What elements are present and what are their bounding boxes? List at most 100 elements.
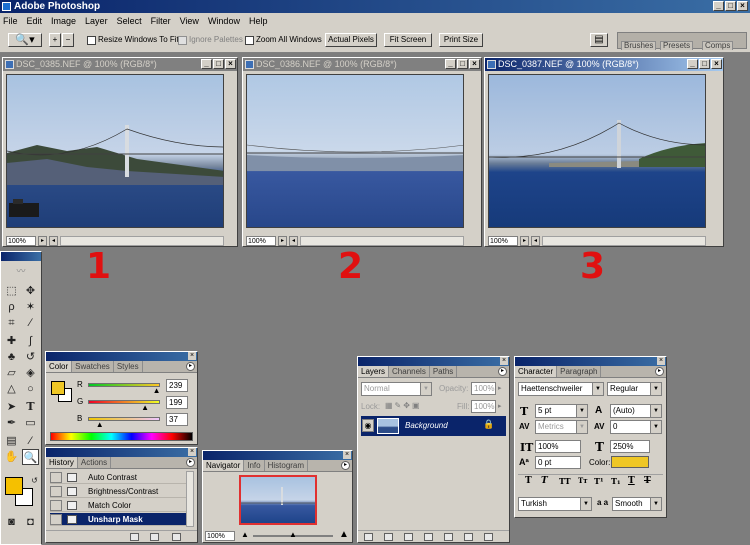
panel-header[interactable]: × (46, 448, 197, 457)
notes-tool-icon[interactable]: ▤ (3, 433, 20, 449)
history-brush-source[interactable] (50, 514, 62, 525)
clone-stamp-icon[interactable]: ♣ (3, 349, 20, 365)
foreground-color-swatch[interactable] (51, 381, 65, 395)
navigator-zoom-thumb[interactable]: ▲ (289, 531, 297, 539)
zoom-field[interactable]: 100% (488, 235, 518, 246)
navigator-thumbnail[interactable] (239, 475, 317, 525)
fill-field[interactable]: 100% (471, 400, 496, 413)
g-value-field[interactable]: 199 (166, 396, 188, 409)
horizontal-scale-field[interactable]: 250% (610, 440, 650, 453)
lasso-tool-icon[interactable]: ρ (3, 299, 20, 315)
tab-layers[interactable]: Layers (358, 366, 390, 377)
status-menu-icon[interactable]: ▸ (520, 235, 529, 246)
panel-menu-icon[interactable]: ▸ (655, 367, 664, 376)
tracking-select[interactable]: 0 ▼ (610, 420, 662, 434)
link-layers-icon[interactable] (364, 533, 373, 541)
panel-header[interactable]: × (203, 451, 352, 460)
close-icon[interactable]: × (500, 357, 508, 365)
b-slider-thumb[interactable]: ▲ (96, 421, 104, 429)
document-window-3[interactable]: DSC_0387.NEF @ 100% (RGB/8*) _ □ × 100% ▸ … (484, 57, 724, 247)
close-icon[interactable]: × (737, 1, 748, 11)
panel-menu-icon[interactable]: ▸ (186, 458, 195, 467)
close-icon[interactable]: × (343, 451, 351, 459)
layer-row-background[interactable]: ◉ Background 🔒 (361, 416, 506, 436)
panel-menu-icon[interactable]: ▸ (186, 362, 195, 371)
pen-tool-icon[interactable]: ✒ (3, 415, 20, 431)
history-brush-source[interactable] (50, 486, 62, 497)
eraser-tool-icon[interactable]: ▱ (3, 365, 20, 381)
tab-paths[interactable]: Paths (430, 366, 458, 377)
slice-tool-icon[interactable]: ∕ (22, 315, 39, 331)
opacity-arrow-icon[interactable]: ▸ (498, 384, 502, 392)
quick-mask-icon[interactable]: ◘ (22, 514, 39, 530)
history-brush-source[interactable] (50, 500, 62, 511)
tab-color[interactable]: Color (46, 361, 73, 372)
horizontal-scrollbar[interactable] (300, 235, 464, 246)
path-selection-icon[interactable]: ➤ (3, 399, 20, 415)
b-slider[interactable]: ▲ (88, 417, 160, 429)
marquee-tool-icon[interactable]: ⬚ (3, 283, 20, 299)
minimize-icon[interactable]: _ (687, 59, 698, 69)
swap-colors-icon[interactable]: ↺ (26, 473, 43, 489)
zoom-out-icon[interactable]: − (62, 33, 74, 47)
zoom-out-icon[interactable]: ▲ (241, 530, 249, 539)
blur-tool-icon[interactable]: △ (3, 381, 20, 397)
healing-brush-icon[interactable]: ✚ (3, 333, 20, 349)
paint-bucket-icon[interactable]: ◈ (22, 365, 39, 381)
b-value-field[interactable]: 37 (166, 413, 188, 426)
new-layer-icon[interactable] (464, 533, 473, 541)
panel-menu-icon[interactable]: ▸ (341, 461, 350, 470)
tab-history[interactable]: History (46, 457, 78, 468)
eye-visibility-icon[interactable]: ◉ (362, 419, 374, 432)
menu-image[interactable]: Image (51, 16, 76, 26)
scroll-left-icon[interactable]: ◂ (531, 235, 540, 246)
document-title-bar[interactable]: DSC_0386.NEF @ 100% (RGB/8*) _ □ × (243, 58, 481, 71)
navigator-zoom-slider[interactable]: ▲ (253, 531, 333, 539)
r-slider[interactable]: ▲ (88, 383, 161, 395)
tab-channels[interactable]: Channels (389, 366, 430, 377)
panel-menu-icon[interactable]: ▸ (498, 367, 507, 376)
maximize-icon[interactable]: □ (699, 59, 710, 69)
crop-tool-icon[interactable]: ⌗ (3, 315, 20, 331)
scroll-left-icon[interactable]: ◂ (49, 235, 58, 246)
tab-swatches[interactable]: Swatches (72, 361, 114, 372)
snapshot-icon[interactable] (150, 533, 159, 541)
brush-tool-icon[interactable]: ∫ (22, 333, 39, 349)
menu-select[interactable]: Select (117, 16, 142, 26)
g-slider-thumb[interactable]: ▲ (141, 404, 149, 412)
tab-info[interactable]: Info (244, 460, 265, 471)
maximize-icon[interactable]: □ (457, 59, 468, 69)
menu-help[interactable]: Help (249, 16, 268, 26)
trash-icon[interactable] (484, 533, 493, 541)
photo-canvas[interactable] (6, 74, 224, 228)
tab-styles[interactable]: Styles (114, 361, 143, 372)
toolbox-header[interactable] (1, 252, 41, 261)
photo-canvas[interactable] (246, 74, 464, 228)
superscript-icon[interactable]: T¹ (594, 476, 603, 486)
well-tab-presets[interactable]: Presets (660, 41, 694, 50)
shape-tool-icon[interactable]: ▭ (22, 415, 39, 431)
r-value-field[interactable]: 239 (166, 379, 188, 392)
faux-italic-icon[interactable]: T (541, 476, 548, 486)
tab-navigator[interactable]: Navigator (203, 460, 245, 471)
menu-window[interactable]: Window (208, 16, 240, 26)
foreground-color-swatch[interactable] (5, 477, 23, 495)
opacity-field[interactable]: 100% (471, 382, 496, 395)
leading-select[interactable]: (Auto) ▼ (610, 404, 662, 418)
menu-filter[interactable]: Filter (151, 16, 171, 26)
faux-bold-icon[interactable]: T (525, 476, 532, 486)
feather-icon[interactable]: 〰 (2, 263, 40, 279)
document-window-2[interactable]: DSC_0386.NEF @ 100% (RGB/8*) _ □ × 100% ▸ … (242, 57, 482, 247)
antialias-select[interactable]: Smooth ▼ (612, 497, 662, 511)
zoom-in-icon[interactable]: + (49, 33, 61, 47)
color-spectrum-bar[interactable] (50, 432, 193, 441)
close-icon[interactable]: × (469, 59, 480, 69)
font-style-select[interactable]: Regular ▼ (607, 382, 662, 396)
text-color-swatch[interactable] (611, 456, 649, 468)
close-icon[interactable]: × (188, 352, 196, 360)
tab-actions[interactable]: Actions (78, 457, 112, 468)
menu-view[interactable]: View (180, 16, 199, 26)
print-size-button[interactable]: Print Size (439, 33, 483, 47)
history-brush-source[interactable] (50, 472, 62, 483)
font-family-select[interactable]: Haettenschweiler ▼ (518, 382, 604, 396)
